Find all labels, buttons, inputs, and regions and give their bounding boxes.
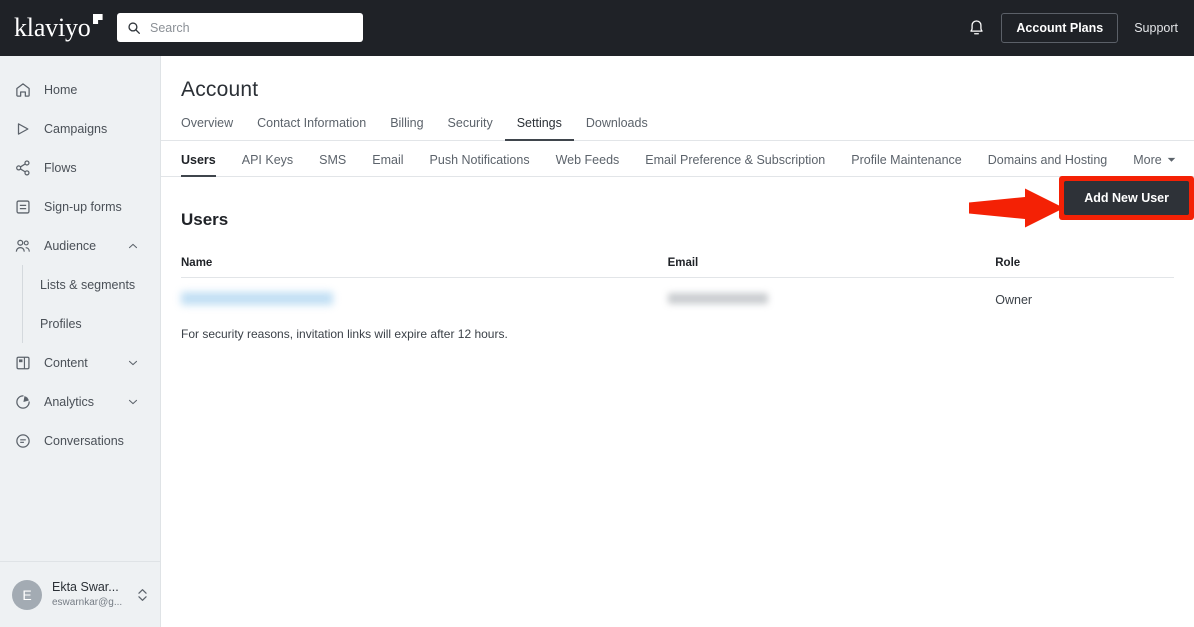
sidebar-item-label: Conversations (44, 433, 124, 448)
klaviyo-flag-icon (92, 14, 103, 24)
subtab-users[interactable]: Users (181, 153, 229, 177)
subtab-api-keys[interactable]: API Keys (229, 153, 306, 176)
main-content: Account Overview Contact Information Bil… (161, 56, 1194, 627)
settings-secondary-tabs: Users API Keys SMS Email Push Notificati… (161, 141, 1194, 177)
support-link[interactable]: Support (1134, 21, 1178, 35)
security-note: For security reasons, invitation links w… (181, 327, 508, 341)
tab-contact-information[interactable]: Contact Information (245, 116, 378, 140)
sidebar-item-audience[interactable]: Audience (0, 226, 160, 265)
content-document-icon (14, 354, 32, 372)
column-header-name: Name (181, 257, 668, 278)
page-title: Account (181, 78, 259, 101)
sidebar-item-label: Campaigns (44, 121, 108, 136)
users-table-head: Name Email Role (181, 257, 1174, 278)
sidebar-item-analytics[interactable]: Analytics (0, 382, 160, 421)
notification-bell-icon[interactable] (968, 19, 985, 38)
table-row: Owner (181, 278, 1174, 319)
sidebar-item-signup-forms[interactable]: Sign-up forms (0, 187, 160, 226)
chevron-down-icon (1167, 157, 1176, 162)
add-user-highlight-box: Add New User (1059, 176, 1194, 220)
table-header-row: Name Email Role (181, 257, 1174, 278)
tab-overview[interactable]: Overview (181, 116, 245, 140)
sidebar-item-label: Flows (44, 160, 77, 175)
sidebar-item-flows[interactable]: Flows (0, 148, 160, 187)
sidebar-item-home[interactable]: Home (0, 70, 160, 109)
column-header-role: Role (995, 257, 1174, 278)
sidebar-item-label: Analytics (44, 394, 95, 409)
sidebar-item-label: Audience (44, 238, 97, 253)
tab-downloads[interactable]: Downloads (574, 116, 660, 140)
search-icon (128, 21, 140, 34)
more-label: More (1133, 153, 1162, 167)
profile-email: eswarnkar@g... (52, 596, 123, 608)
flows-nodes-icon (14, 159, 32, 177)
conversations-chat-icon (14, 432, 32, 450)
add-new-user-button[interactable]: Add New User (1064, 181, 1189, 215)
home-icon (14, 81, 32, 99)
user-profile-switcher[interactable]: E Ekta Swar... eswarnkar@g... (0, 561, 160, 627)
subtab-profile-maintenance[interactable]: Profile Maintenance (838, 153, 974, 176)
top-right-actions: Account Plans Support (968, 0, 1178, 56)
account-plans-button[interactable]: Account Plans (1001, 13, 1119, 43)
search-box[interactable] (117, 13, 363, 42)
sidebar-subitem-label: Profiles (40, 316, 82, 331)
redacted-email-value (667, 293, 768, 304)
sidebar-item-label: Content (44, 355, 88, 370)
avatar: E (12, 579, 42, 610)
cell-user-email (667, 278, 996, 319)
users-table: Name Email Role Owner (181, 257, 1174, 318)
top-navigation-bar: klaviyo Account Plans Support (0, 0, 1194, 56)
audience-people-icon (14, 237, 32, 255)
campaigns-megaphone-icon (14, 120, 32, 138)
analytics-piechart-icon (14, 393, 32, 411)
profile-text: Ekta Swar... eswarnkar@g... (52, 580, 137, 609)
subtab-email-preference-subscription[interactable]: Email Preference & Subscription (632, 153, 838, 176)
tab-billing[interactable]: Billing (378, 116, 435, 140)
tab-settings[interactable]: Settings (504, 116, 575, 141)
subtab-push-notifications[interactable]: Push Notifications (417, 153, 543, 176)
profile-name: Ekta Swar... (52, 580, 119, 595)
sidebar-subitem-label: Lists & segments (40, 277, 136, 292)
users-panel: Users Add New User Name Email Role Owner… (161, 176, 1194, 341)
chevron-up-icon[interactable] (128, 243, 138, 249)
subtab-web-feeds[interactable]: Web Feeds (543, 153, 633, 176)
sidebar-item-label: Sign-up forms (44, 199, 122, 214)
app-root: klaviyo Account Plans Support (0, 0, 1194, 627)
sidebar-item-campaigns[interactable]: Campaigns (0, 109, 160, 148)
sidebar-item-conversations[interactable]: Conversations (0, 421, 160, 460)
subtab-more-dropdown[interactable]: More (1120, 153, 1188, 176)
tab-security[interactable]: Security (436, 116, 505, 140)
subtab-email[interactable]: Email (359, 153, 416, 176)
cell-user-name[interactable] (181, 278, 668, 319)
up-down-chevron-icon[interactable] (137, 587, 148, 603)
account-primary-tabs: Overview Contact Information Billing Sec… (161, 102, 1194, 141)
sidebar: Home Campaigns Flows Sign-up forms Audie… (0, 56, 161, 627)
chevron-down-icon[interactable] (128, 399, 138, 405)
chevron-down-icon[interactable] (128, 360, 138, 366)
sidebar-item-profiles[interactable]: Profiles (22, 304, 160, 343)
sidebar-item-content[interactable]: Content (0, 343, 160, 382)
subtab-domains-and-hosting[interactable]: Domains and Hosting (975, 153, 1121, 176)
sidebar-item-label: Home (44, 82, 78, 97)
subtab-sms[interactable]: SMS (306, 153, 359, 176)
sidebar-item-lists-and-segments[interactable]: Lists & segments (22, 265, 160, 304)
search-input[interactable] (150, 20, 345, 35)
column-header-email: Email (667, 257, 996, 278)
users-table-body: Owner (181, 278, 1174, 319)
section-title: Users (181, 210, 229, 229)
cell-user-role: Owner (995, 293, 1033, 307)
users-section-header: Users (181, 203, 1174, 237)
sidebar-nav: Home Campaigns Flows Sign-up forms Audie… (0, 56, 160, 460)
signup-forms-icon (14, 198, 32, 216)
brand-wordmark: klaviyo (14, 13, 91, 42)
audience-subnav: Lists & segments Profiles (22, 265, 160, 343)
redacted-name-value (181, 292, 333, 305)
